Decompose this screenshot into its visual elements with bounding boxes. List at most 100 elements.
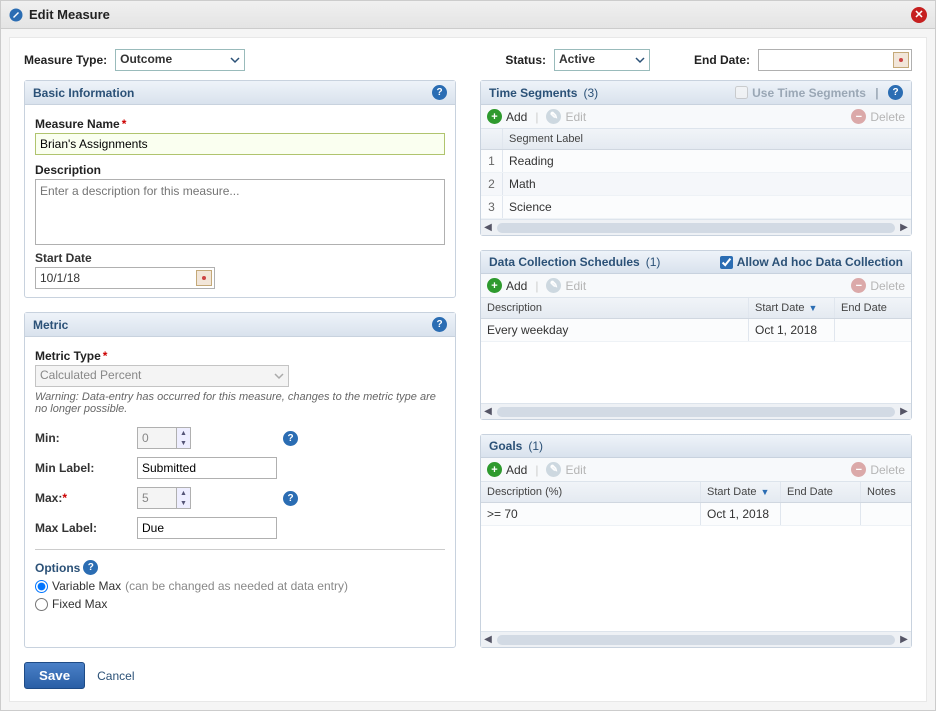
scroll-right-icon[interactable]: ▶ (899, 407, 909, 417)
help-icon[interactable]: ? (283, 431, 298, 446)
table-row[interactable]: 3Science (481, 196, 911, 219)
description-textarea[interactable] (35, 179, 445, 245)
scroll-right-icon[interactable]: ▶ (899, 223, 909, 233)
row-index: 2 (481, 173, 503, 195)
titlebar: Edit Measure ✕ (1, 1, 935, 29)
minus-icon: − (851, 278, 866, 293)
status-select[interactable]: Active (554, 49, 650, 71)
add-button[interactable]: + Add (487, 109, 527, 124)
segment-label-cell: Math (503, 173, 911, 195)
table-row[interactable]: Every weekdayOct 1, 2018 (481, 319, 911, 342)
end-date-label: End Date: (694, 53, 750, 67)
horizontal-scrollbar[interactable]: ◀ ▶ (481, 631, 911, 647)
chevron-down-icon (274, 370, 284, 384)
horizontal-scrollbar[interactable]: ◀ ▶ (481, 219, 911, 235)
use-time-segments-checkbox (735, 86, 748, 99)
horizontal-scrollbar[interactable]: ◀ ▶ (481, 403, 911, 419)
max-input: 5 ▲▼ (137, 487, 191, 509)
calendar-icon[interactable] (893, 52, 909, 68)
scroll-left-icon[interactable]: ◀ (483, 635, 493, 645)
measure-type-label: Measure Type: (24, 53, 107, 67)
table-row[interactable]: 2Math (481, 173, 911, 196)
goals-table-header: Description (%) Start Date▼ End Date Not… (481, 482, 911, 503)
edit-button[interactable]: Edit (546, 462, 586, 477)
save-button[interactable]: Save (24, 662, 85, 689)
max-value: 5 (142, 491, 149, 505)
min-label: Min: (35, 431, 131, 445)
start-date-col[interactable]: Start Date▼ (701, 482, 781, 502)
use-time-segments-label: Use Time Segments (752, 86, 866, 100)
min-label-input[interactable] (137, 457, 277, 479)
plus-icon: + (487, 109, 502, 124)
scroll-left-icon[interactable]: ◀ (483, 407, 493, 417)
segment-label-col: Segment Label (503, 129, 911, 149)
segment-label-cell: Science (503, 196, 911, 218)
delete-button[interactable]: − Delete (851, 278, 905, 293)
pencil-icon (546, 462, 561, 477)
spinner-buttons[interactable]: ▲▼ (176, 488, 190, 508)
edit-measure-dialog: Edit Measure ✕ Measure Type: Outcome Sta… (0, 0, 936, 711)
start-date-col[interactable]: Start Date▼ (749, 298, 835, 318)
measure-name-input[interactable] (35, 133, 445, 155)
add-button[interactable]: + Add (487, 278, 527, 293)
allow-adhoc-checkbox[interactable] (720, 256, 733, 269)
start-date-label: Start Date (35, 251, 445, 265)
delete-button[interactable]: − Delete (851, 462, 905, 477)
basic-information-panel: Basic Information ? Measure Name* Descri… (24, 80, 456, 298)
variable-max-radio[interactable] (35, 580, 48, 593)
goals-count: (1) (528, 439, 543, 453)
edit-button[interactable]: Edit (546, 109, 586, 124)
row-index: 1 (481, 150, 503, 172)
edit-button[interactable]: Edit (546, 278, 586, 293)
help-icon[interactable]: ? (888, 85, 903, 100)
row-index: 3 (481, 196, 503, 218)
measure-type-select[interactable]: Outcome (115, 49, 245, 71)
required-indicator: * (103, 349, 108, 363)
schedule-desc-cell: Every weekday (481, 319, 749, 341)
add-button[interactable]: + Add (487, 462, 527, 477)
max-label-input[interactable] (137, 517, 277, 539)
end-date-col: End Date (781, 482, 861, 502)
chevron-down-icon (635, 54, 645, 68)
help-icon[interactable]: ? (83, 560, 98, 575)
metric-warning: Warning: Data-entry has occurred for thi… (35, 391, 445, 415)
help-icon[interactable]: ? (432, 85, 447, 100)
schedules-table-header: Description Start Date▼ End Date (481, 298, 911, 319)
schedules-header: Data Collection Schedules (489, 255, 640, 269)
schedules-count: (1) (646, 255, 661, 269)
edit-icon (9, 8, 23, 22)
scroll-right-icon[interactable]: ▶ (899, 635, 909, 645)
help-icon[interactable]: ? (432, 317, 447, 332)
goal-notes-cell (861, 503, 911, 525)
close-icon[interactable]: ✕ (911, 7, 927, 23)
calendar-icon[interactable] (196, 270, 212, 286)
minus-icon: − (851, 109, 866, 124)
cancel-link[interactable]: Cancel (97, 669, 134, 683)
fixed-max-radio[interactable] (35, 598, 48, 611)
notes-col: Notes (861, 482, 911, 502)
table-row[interactable]: 1Reading (481, 150, 911, 173)
end-date-input[interactable] (758, 49, 912, 71)
top-row: Measure Type: Outcome Status: Active End… (24, 48, 912, 72)
goals-panel: Goals (1) + Add | Edit (480, 434, 912, 648)
table-row[interactable]: >= 70Oct 1, 2018 (481, 503, 911, 526)
max-label: Max:* (35, 491, 131, 505)
end-date-col: End Date (835, 298, 911, 318)
metric-type-value: Calculated Percent (40, 368, 141, 382)
minus-icon: − (851, 462, 866, 477)
measure-name-label: Measure Name (35, 117, 120, 131)
variable-max-hint: (can be changed as needed at data entry) (125, 579, 348, 593)
help-icon[interactable]: ? (283, 491, 298, 506)
sort-down-icon: ▼ (809, 303, 818, 313)
metric-panel: Metric ? Metric Type* Calculated Percent (24, 312, 456, 648)
variable-max-label: Variable Max (52, 579, 121, 593)
scroll-left-icon[interactable]: ◀ (483, 223, 493, 233)
segment-label-cell: Reading (503, 150, 911, 172)
goals-header: Goals (489, 439, 522, 453)
delete-button[interactable]: − Delete (851, 109, 905, 124)
schedule-end-cell (835, 319, 911, 341)
schedule-start-cell: Oct 1, 2018 (749, 319, 835, 341)
divider (35, 549, 445, 550)
spinner-buttons[interactable]: ▲▼ (176, 428, 190, 448)
start-date-input[interactable]: 10/1/18 (35, 267, 215, 289)
